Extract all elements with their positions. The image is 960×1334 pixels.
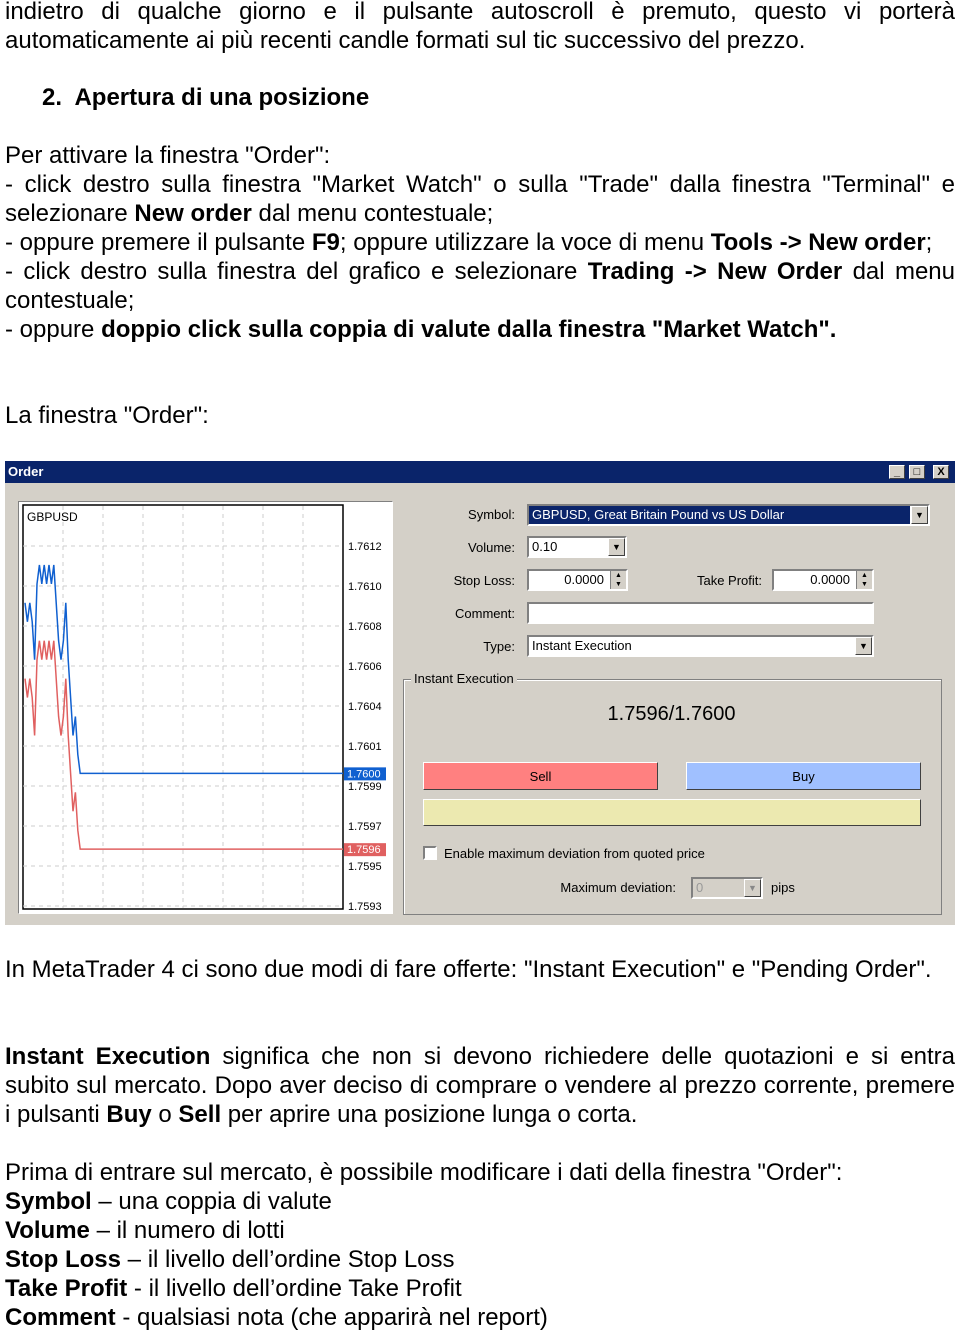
y-tick-label: 1.7608 [348, 621, 382, 633]
fields-lead: Prima di entrare sul mercato, è possibil… [5, 1159, 843, 1186]
chevron-down-icon[interactable]: ▼ [608, 538, 625, 556]
symbol-select[interactable]: GBPUSD, Great Britain Pound vs US Dollar… [527, 504, 930, 526]
instant-term: Instant Execution [5, 1043, 211, 1070]
section-heading: 2. Apertura di una posizione [42, 83, 369, 112]
chart-panel: 1.7612 1.7610 1.7608 1.7606 1.7604 1.7601 1.75… [18, 501, 393, 914]
bullet-2-bold-f9: F9 [311, 229, 340, 256]
comment-input[interactable] [527, 602, 874, 624]
y-tick-label: 1.7606 [348, 661, 382, 673]
y-tick-label: 1.7597 [348, 821, 382, 833]
volume-value: 0.10 [532, 539, 558, 554]
close-button[interactable]: X [933, 465, 949, 479]
take-profit-input[interactable]: 0.0000 ▲ ▼ [772, 569, 874, 591]
spinner-icon[interactable]: ▲ ▼ [610, 571, 626, 589]
section-number: 2. [42, 84, 63, 111]
field-desc: - qualsiasi nota (che apparirà nel repor… [115, 1304, 548, 1331]
bid-marker-label: 1.7596 [347, 844, 381, 856]
volume-label: Volume: [468, 540, 515, 555]
symbol-label: Symbol: [468, 507, 515, 522]
tick-chart: 1.7612 1.7610 1.7608 1.7606 1.7604 1.7601 1.75… [22, 504, 386, 913]
field-term: Stop Loss [5, 1246, 122, 1273]
bullet-3-bold: Trading -> New Order [587, 258, 843, 285]
take-profit-value: 0.0000 [810, 572, 850, 587]
instant-text-3: per aprire una posizione lunga o corta. [221, 1101, 638, 1128]
max-deviation-select[interactable]: 0 ▼ [691, 877, 763, 899]
intro-paragraph: indietro di qualche giorno e il pulsante… [5, 0, 955, 54]
quote-price: 1.7596/1.7600 [607, 703, 736, 725]
max-deviation-label: Maximum deviation: [560, 880, 676, 895]
bullet-2-bold-menu: Tools -> New order [710, 229, 926, 256]
bullet-4: - oppure [5, 316, 102, 343]
group-label: Instant Execution [411, 671, 517, 687]
field-term: Comment [5, 1304, 116, 1331]
field-term: Symbol [5, 1188, 92, 1215]
section-title: Apertura di una posizione [74, 84, 370, 111]
y-tick-label: 1.7593 [348, 901, 382, 913]
stop-loss-value: 0.0000 [564, 572, 604, 587]
stop-loss-label: Stop Loss: [453, 573, 515, 588]
field-term: Volume [5, 1217, 90, 1244]
deviation-checkbox-label: Enable maximum deviation from quoted pri… [444, 846, 705, 861]
chevron-down-icon[interactable]: ▼ [855, 637, 872, 655]
y-tick-label: 1.7612 [348, 541, 382, 553]
y-tick-label: 1.7604 [348, 701, 382, 713]
max-deviation-value: 0 [696, 880, 704, 895]
ask-marker-label: 1.7600 [347, 768, 381, 780]
field-term: Take Profit [5, 1275, 128, 1302]
chart-symbol: GBPUSD [27, 510, 78, 524]
sell-button[interactable]: Sell [423, 762, 658, 790]
instant-paragraph: Instant Execution significa che non si d… [5, 1042, 955, 1129]
field-list-item: Stop Loss – il livello dell’ordine Stop … [5, 1245, 955, 1274]
field-desc: – una coppia di valute [91, 1188, 332, 1215]
bullet-2: - oppure premere il pulsante [5, 229, 312, 256]
chevron-down-icon[interactable]: ▼ [744, 879, 761, 897]
minimize-button[interactable]: _ [889, 465, 905, 479]
bullet-2-end: ; [925, 229, 933, 256]
stop-loss-input[interactable]: 0.0000 ▲ ▼ [527, 569, 628, 591]
bullet-3: - click destro sulla finestra del grafic… [5, 258, 588, 285]
y-tick-label: 1.7599 [348, 781, 382, 793]
field-list-item: Comment - qualsiasi nota (che apparirà n… [5, 1303, 955, 1332]
field-list-item: Symbol – una coppia di valute [5, 1187, 955, 1216]
info-bar [423, 799, 921, 826]
type-value: Instant Execution [532, 638, 632, 653]
field-list: Symbol – una coppia di valute Volume – il… [5, 1187, 955, 1332]
field-list-item: Volume – il numero di lotti [5, 1216, 955, 1245]
type-select[interactable]: Instant Execution ▼ [527, 635, 874, 657]
instant-buy: Buy [106, 1101, 152, 1128]
deviation-checkbox[interactable] [423, 846, 437, 860]
activate-paragraph: Per attivare la finestra "Order": - clic… [5, 141, 955, 344]
volume-select[interactable]: 0.10 ▼ [527, 536, 627, 558]
y-tick-label: 1.7595 [348, 861, 382, 873]
take-profit-label: Take Profit: [696, 573, 762, 588]
pips-label: pips [771, 880, 795, 895]
buy-button[interactable]: Buy [686, 762, 921, 790]
type-label: Type: [483, 639, 515, 654]
field-desc: – il livello dell’ordine Stop Loss [121, 1246, 455, 1273]
chevron-down-icon[interactable]: ▼ [911, 506, 928, 524]
title-bar[interactable]: Order [5, 461, 955, 483]
y-tick-label: 1.7610 [348, 581, 382, 593]
y-tick-label: 1.7601 [348, 741, 382, 753]
bullet-4-bold: doppio click sulla coppia di valute dall… [101, 316, 837, 343]
window-caption: La finestra "Order": [5, 402, 209, 429]
symbol-value: GBPUSD, Great Britain Pound vs US Dollar [529, 506, 910, 524]
bullet-1-bold: New order [134, 200, 252, 227]
instant-text-2: o [151, 1101, 179, 1128]
instant-sell: Sell [178, 1101, 222, 1128]
activate-lead: Per attivare la finestra "Order": [5, 142, 331, 169]
spinner-icon[interactable]: ▲ ▼ [856, 571, 872, 589]
maximize-button[interactable]: □ [909, 465, 925, 479]
comment-label: Comment: [455, 606, 515, 621]
field-desc: – il numero di lotti [89, 1217, 285, 1244]
field-list-item: Take Profit - il livello dell’ordine Tak… [5, 1274, 955, 1303]
bullet-2-mid: ; oppure utilizzare la voce di menu [339, 229, 711, 256]
bullet-1-end: dal menu contestuale; [251, 200, 494, 227]
order-window: Order _ □ X 1.7612 1.7610 1.7608 1.7606 1.76… [5, 461, 955, 925]
fields-paragraph: Prima di entrare sul mercato, è possibil… [5, 1158, 955, 1332]
modes-paragraph: In MetaTrader 4 ci sono due modi di fare… [5, 956, 932, 983]
field-desc: - il livello dell’ordine Take Profit [127, 1275, 462, 1302]
window-title: Order [8, 464, 44, 479]
